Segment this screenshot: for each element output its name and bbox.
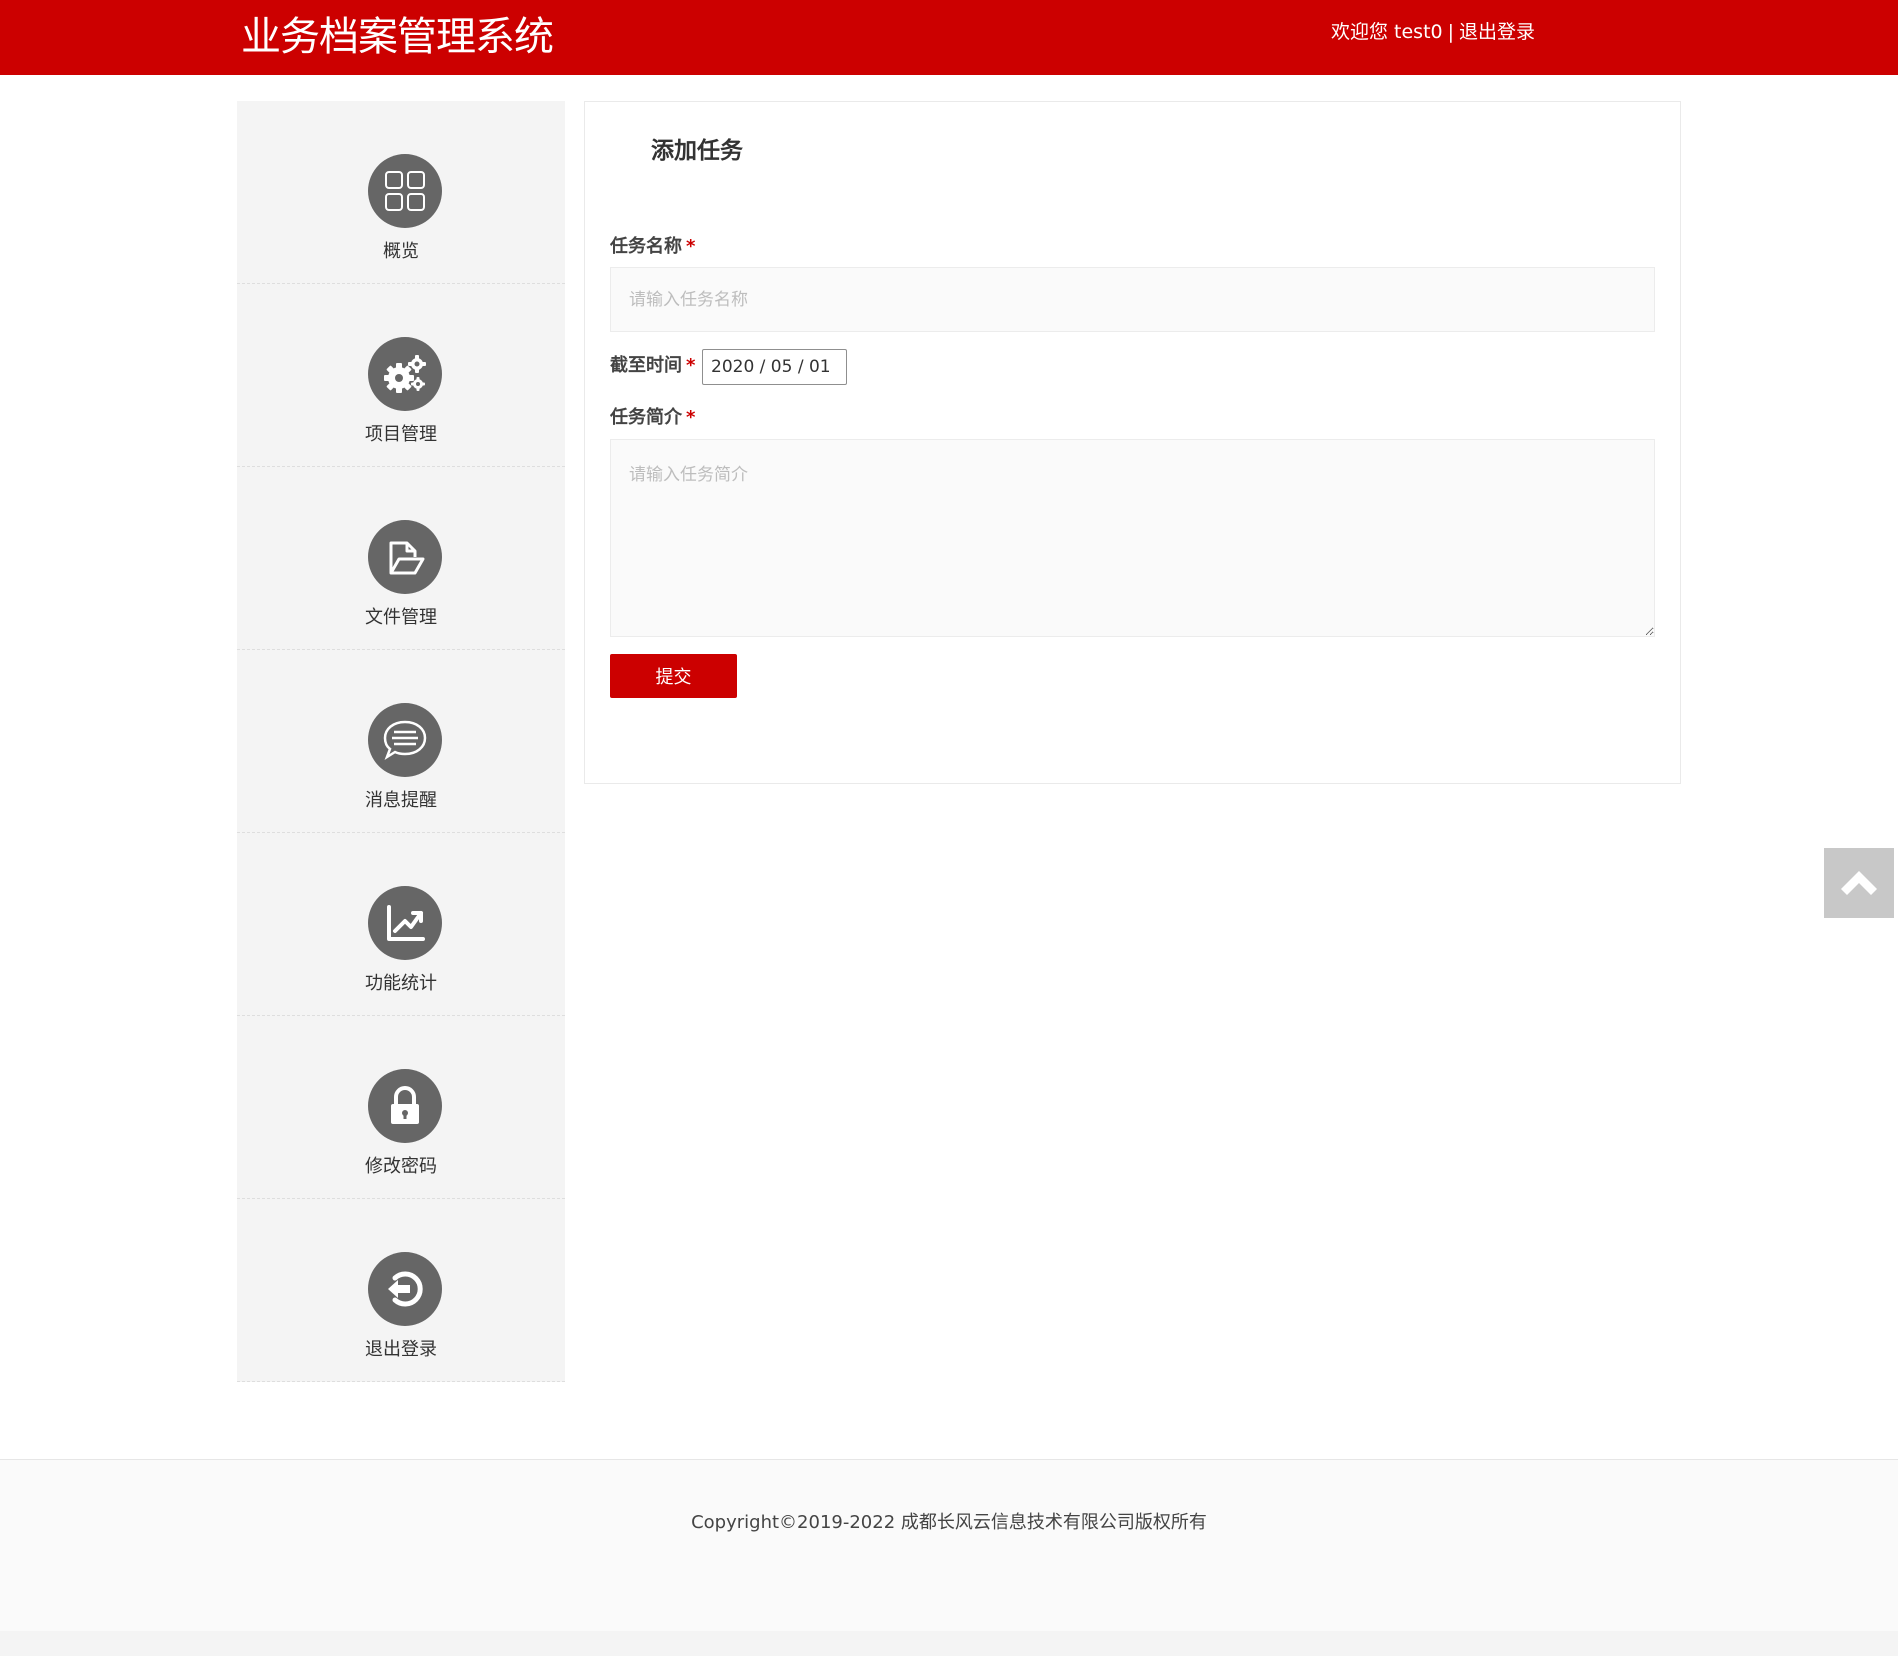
sidebar-item-overview[interactable]: 概览 [237, 101, 565, 284]
chat-bubble-icon [368, 703, 442, 777]
line-chart-icon [368, 886, 442, 960]
task-name-label-text: 任务名称 [610, 236, 682, 257]
header-separator: | [1447, 21, 1455, 43]
sidebar-item-projects[interactable]: 项目管理 [237, 284, 565, 467]
gears-icon [368, 337, 442, 411]
sidebar-item-label: 修改密码 [365, 1156, 437, 1177]
app-title: 业务档案管理系统 [241, 14, 554, 60]
footer: Copyright©2019-2022 成都长风云信息技术有限公司版权所有 [0, 1459, 1898, 1631]
sidebar-item-change-password[interactable]: 修改密码 [237, 1016, 565, 1199]
deadline-label: 截至时间 * [610, 353, 695, 379]
sidebar-item-messages[interactable]: 消息提醒 [237, 650, 565, 833]
description-textarea[interactable] [610, 439, 1655, 637]
sidebar-item-label: 功能统计 [365, 973, 437, 994]
back-to-top-button[interactable] [1824, 848, 1894, 918]
sidebar-item-label: 退出登录 [365, 1339, 437, 1360]
lock-icon [368, 1069, 442, 1143]
task-name-input[interactable] [610, 267, 1655, 332]
sidebar-item-label: 概览 [383, 241, 419, 262]
submit-button[interactable]: 提交 [610, 654, 737, 698]
sidebar-item-logout[interactable]: 退出登录 [237, 1199, 565, 1382]
sidebar-item-label: 消息提醒 [365, 790, 437, 811]
app-header: 业务档案管理系统 欢迎您 test0 | 退出登录 [0, 0, 1898, 75]
sidebar-item-label: 文件管理 [365, 607, 437, 628]
required-mark: * [686, 355, 696, 376]
panel-title: 添加任务 [651, 138, 743, 164]
task-name-label: 任务名称 * [610, 234, 695, 260]
folder-open-icon [368, 520, 442, 594]
header-logout-link[interactable]: 退出登录 [1459, 21, 1535, 43]
sidebar-item-files[interactable]: 文件管理 [237, 467, 565, 650]
required-mark: * [686, 236, 696, 257]
sidebar-item-statistics[interactable]: 功能统计 [237, 833, 565, 1016]
welcome-text: 欢迎您 test0 [1331, 21, 1443, 43]
arrow-up-icon [1841, 871, 1877, 895]
user-area: 欢迎您 test0 | 退出登录 [1331, 18, 1535, 46]
description-label-text: 任务简介 [610, 407, 682, 428]
add-task-panel: 添加任务 任务名称* 截至时间* 2020 / 05 / 01 任务简介* 提交 [584, 101, 1681, 784]
deadline-date-input[interactable]: 2020 / 05 / 01 [702, 349, 847, 385]
required-mark: * [686, 407, 696, 428]
sidebar: 概览 项目管理 文件管理 消息提醒 功能统计 修改密码 退出登录 [237, 101, 565, 1382]
sidebar-item-label: 项目管理 [365, 424, 437, 445]
sign-out-icon [368, 1252, 442, 1326]
grid-icon [368, 154, 442, 228]
copyright-text: Copyright©2019-2022 成都长风云信息技术有限公司版权所有 [691, 1512, 1207, 1533]
description-label: 任务简介 * [610, 405, 695, 431]
deadline-label-text: 截至时间 [610, 355, 682, 376]
